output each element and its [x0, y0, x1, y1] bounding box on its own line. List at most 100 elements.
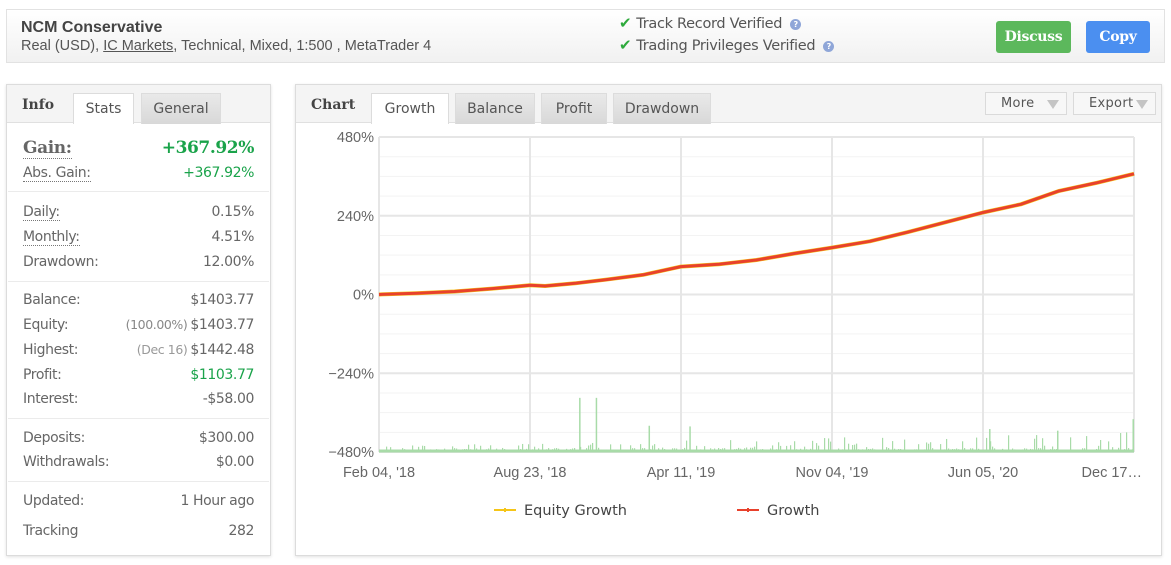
activity-bar: [458, 449, 460, 452]
activity-bar: [830, 441, 832, 452]
activity-bar: [1022, 449, 1024, 452]
activity-bar: [800, 448, 802, 452]
question-icon[interactable]: ?: [790, 19, 802, 30]
info-panel: Info Stats General Gain: +367.92% Abs. G…: [6, 84, 271, 556]
stat-drawdown: Drawdown: 12.00%: [23, 254, 254, 274]
activity-bar: [942, 449, 944, 452]
activity-bar: [764, 450, 766, 452]
activity-bar: [1008, 435, 1010, 452]
activity-bar: [962, 441, 964, 452]
daily-label[interactable]: Daily:: [23, 204, 60, 221]
discuss-button[interactable]: Discuss: [996, 21, 1071, 53]
activity-bar: [896, 450, 898, 452]
activity-bar: [728, 450, 730, 452]
activity-bar: [930, 442, 932, 452]
legend-growth[interactable]: Growth: [737, 503, 820, 519]
activity-bar: [1042, 438, 1044, 452]
activity-bar: [476, 448, 478, 452]
activity-bar: [758, 449, 760, 452]
gain-label[interactable]: Gain:: [23, 138, 72, 159]
activity-bar: [700, 449, 702, 452]
activity-bar: [404, 449, 406, 452]
activity-bar: [876, 450, 878, 452]
activity-bar: [858, 449, 860, 452]
x-tick-label: Jun 05, '20: [948, 465, 1019, 481]
account-subtitle: Real (USD), IC Markets, Technical, Mixed…: [21, 38, 431, 54]
updated-label: Updated:: [23, 493, 85, 509]
activity-bar: [684, 447, 686, 452]
activity-bar: [606, 449, 608, 452]
activity-bar: [464, 449, 466, 452]
tab-stats[interactable]: Stats: [73, 93, 134, 124]
activity-bar: [484, 450, 486, 452]
monthly-label[interactable]: Monthly:: [23, 229, 80, 246]
check-icon: ✔: [619, 36, 632, 54]
chart-grid: [378, 136, 1135, 453]
activity-bar: [1086, 436, 1088, 452]
activity-bar: [624, 450, 626, 452]
activity-bar: [1048, 449, 1050, 452]
activity-bar: [1038, 448, 1040, 452]
activity-bar: [794, 441, 796, 452]
activity-bar: [738, 447, 740, 452]
activity-bar: [926, 442, 928, 452]
activity-bar: [778, 442, 780, 452]
activity-bar: [968, 450, 970, 452]
activity-bar: [626, 449, 628, 452]
activity-bar: [536, 450, 538, 452]
activity-bar: [448, 450, 450, 452]
tab-general[interactable]: General: [141, 93, 221, 124]
question-icon[interactable]: ?: [823, 41, 835, 52]
activity-bar-spike: [689, 426, 691, 452]
activity-bar: [976, 437, 978, 452]
activity-bar: [1122, 451, 1124, 452]
activity-bar: [754, 446, 756, 452]
activity-bar: [450, 451, 452, 452]
activity-bar: [1028, 450, 1030, 452]
activity-bar: [406, 451, 408, 452]
activity-bar: [444, 448, 446, 452]
highest-label: Highest:: [23, 342, 79, 358]
activity-bar: [774, 451, 776, 452]
activity-bar: [804, 446, 806, 452]
activity-bar: [838, 448, 840, 452]
activity-bar: [478, 450, 480, 452]
activity-bar: [844, 437, 846, 452]
activity-bar: [486, 449, 488, 452]
activity-bar: [610, 444, 612, 452]
x-tick-label: Feb 04, '18: [343, 465, 415, 481]
gain-value: +367.92%: [161, 138, 255, 158]
legend-equity-growth[interactable]: Equity Growth: [494, 503, 627, 519]
copy-button[interactable]: Copy: [1086, 21, 1150, 53]
activity-bar: [948, 448, 950, 452]
broker-link[interactable]: IC Markets: [103, 38, 173, 54]
activity-bar: [526, 448, 528, 452]
activity-bar: [868, 448, 870, 452]
monthly-value: 4.51%: [211, 229, 255, 245]
activity-bar: [854, 444, 856, 452]
activity-bar: [1076, 450, 1078, 452]
activity-bar: [998, 450, 1000, 452]
activity-bar: [562, 449, 564, 452]
activity-bar: [958, 449, 960, 452]
activity-bar: [602, 450, 604, 452]
activity-bar: [636, 450, 638, 452]
activity-bar: [482, 450, 484, 452]
activity-bar: [892, 441, 894, 452]
activity-bar: [732, 451, 734, 452]
activity-bar: [568, 450, 570, 452]
activity-bar: [1116, 451, 1118, 452]
abs-gain-value: +367.92%: [183, 165, 254, 181]
stat-abs-gain: Abs. Gain: +367.92%: [23, 165, 254, 185]
y-tick-label: 0%: [353, 288, 374, 304]
activity-bar: [1112, 447, 1114, 452]
activity-bar: [540, 450, 542, 452]
withdrawals-value: $0.00: [215, 454, 254, 470]
activity-bar: [768, 450, 770, 452]
growth-chart[interactable]: 480% 240% 0% −240% −480% Feb 04, '18 Aug 23, …: [296, 85, 1163, 557]
activity-bar: [888, 448, 890, 452]
abs-gain-label[interactable]: Abs. Gain:: [23, 165, 91, 182]
activity-bar: [890, 451, 892, 452]
activity-bar: [894, 448, 896, 452]
activity-bar: [790, 445, 792, 452]
